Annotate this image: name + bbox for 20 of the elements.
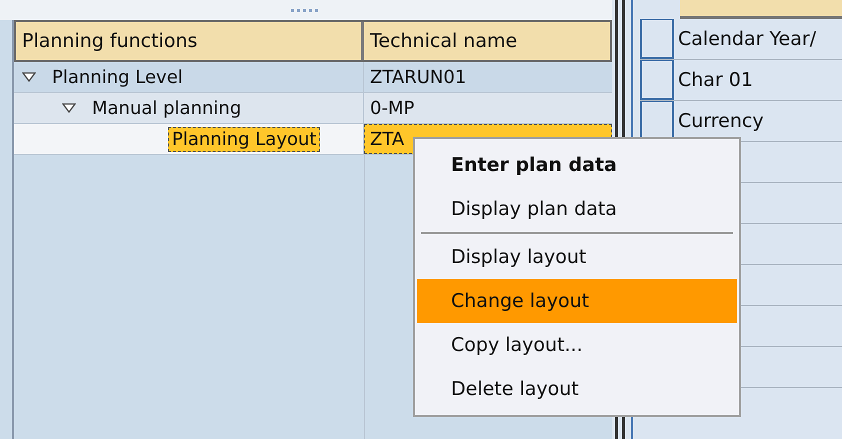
tree-item[interactable]: Planning Layout	[168, 126, 320, 152]
technical-name-cell-text: 0-MP	[369, 96, 416, 120]
tree-item[interactable]: Manual planning	[88, 96, 246, 120]
column-header[interactable]	[680, 0, 842, 19]
table-cell: Currency	[678, 110, 764, 132]
table-cell: Calendar Year/	[678, 28, 816, 50]
menu-item[interactable]: Delete layout	[417, 367, 737, 411]
menu-item[interactable]: Change layout	[417, 279, 737, 323]
menu-item[interactable]: Display plan data	[417, 187, 737, 231]
column-header[interactable]: Technical name	[364, 22, 610, 60]
expanded-icon[interactable]	[62, 103, 76, 113]
menu-item[interactable]: Copy layout...	[417, 323, 737, 367]
technical-name-cell-text: ZTARUN01	[369, 66, 468, 90]
row-selector[interactable]	[640, 60, 674, 100]
tree-item[interactable]: Planning Level	[48, 64, 187, 90]
row-selector[interactable]	[640, 19, 674, 59]
expanded-icon[interactable]	[22, 72, 36, 82]
splitter-grip[interactable]	[291, 8, 321, 12]
table-cell: Char 01	[678, 69, 753, 91]
menu-item[interactable]: Display layout	[417, 235, 737, 279]
